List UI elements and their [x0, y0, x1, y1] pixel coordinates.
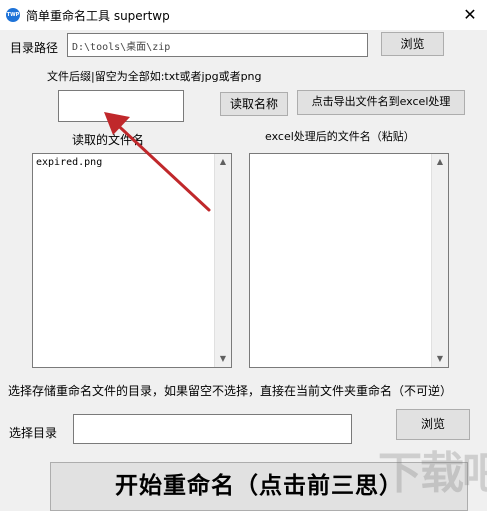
- annotation-arrow-icon: [104, 112, 211, 212]
